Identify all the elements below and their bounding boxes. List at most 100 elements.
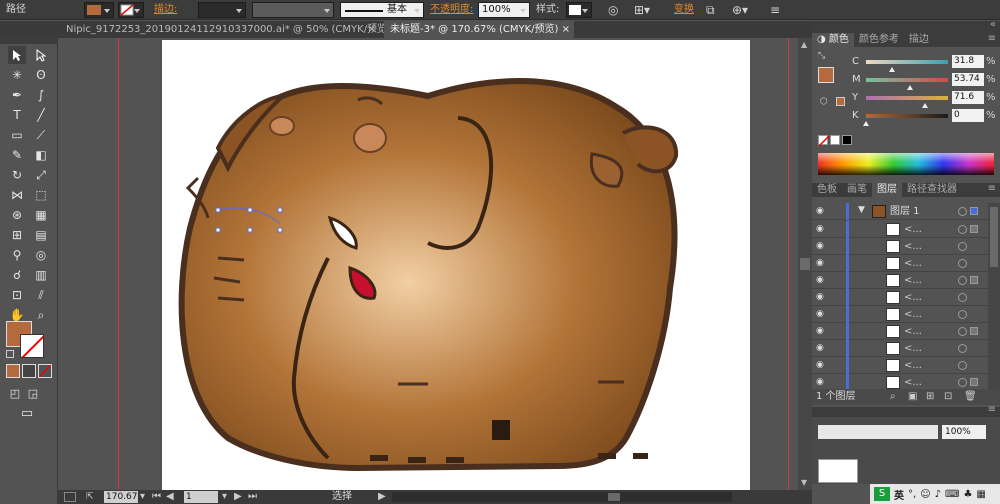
fill-color-dropdown[interactable] [84, 2, 114, 18]
yellow-slider-knob[interactable] [921, 100, 928, 108]
sublayer-name[interactable]: <... [904, 272, 922, 289]
align-icon[interactable]: ⊞▾ [634, 2, 650, 18]
target-icon[interactable] [958, 207, 967, 216]
slice-tool-icon[interactable]: ⫽ [32, 286, 50, 304]
stroke-weight-dropdown[interactable] [198, 2, 246, 18]
swap-colors-icon[interactable]: ⤡ [818, 51, 825, 61]
collapse-panels-icon[interactable]: « [990, 19, 996, 30]
graphic-style-dropdown[interactable] [566, 2, 592, 18]
brush-profile-dropdown[interactable]: 基本 [340, 2, 424, 18]
black-slider-knob[interactable] [863, 118, 869, 126]
expand-layer-icon[interactable]: ▼ [858, 205, 865, 215]
screen-mode-icon[interactable]: ▭ [18, 404, 36, 422]
layer-row-top[interactable]: ◉ ▼ 图层 1 [812, 203, 988, 220]
visibility-eye-icon[interactable]: ◉ [816, 377, 828, 387]
target-icon[interactable] [958, 361, 967, 370]
visibility-eye-icon[interactable]: ◉ [816, 360, 828, 370]
visibility-eye-icon[interactable]: ◉ [816, 224, 828, 234]
sublayer-name[interactable]: <... [904, 221, 922, 238]
sublayer-name[interactable]: <... [904, 323, 922, 340]
tab-layers[interactable]: 图层 [872, 183, 902, 197]
draw-normal-icon[interactable]: ◰ [6, 384, 24, 402]
anchor-point[interactable] [247, 207, 253, 213]
tab-swatches[interactable]: 色板 [812, 183, 842, 197]
tab-brushes[interactable]: 画笔 [842, 183, 872, 197]
isolate-icon[interactable]: ⧉ [706, 2, 715, 18]
sublayer-row[interactable]: ◉ <... [812, 272, 988, 289]
visibility-eye-icon[interactable]: ◉ [816, 206, 828, 216]
locate-object-icon[interactable]: ⌕ [890, 391, 896, 402]
lower-panel-menu-icon[interactable]: ≡ [988, 404, 996, 415]
ime-logo-icon[interactable]: S [874, 487, 890, 501]
make-clip-icon[interactable]: ▣ [908, 391, 917, 402]
magenta-slider-knob[interactable] [907, 82, 914, 90]
emoji-icon[interactable]: ☺ [920, 489, 930, 500]
none-swatch[interactable] [818, 135, 830, 147]
elephant-artwork[interactable] [58, 38, 798, 490]
punctuation-icon[interactable]: °, [908, 489, 916, 500]
previous-artboard-icon[interactable]: ◀ [166, 491, 174, 502]
visibility-eye-icon[interactable]: ◉ [816, 343, 828, 353]
status-menu-icon[interactable]: ▶ [378, 491, 386, 502]
selection-indicator[interactable] [970, 378, 978, 386]
symbol-sprayer-tool-icon[interactable]: ☌ [8, 266, 26, 284]
none-mode-icon[interactable] [38, 364, 52, 378]
artboard-nav-icon[interactable] [64, 492, 76, 502]
tab-color-guide[interactable]: 颜色参考 [854, 33, 904, 47]
anchor-point[interactable] [215, 227, 221, 233]
gradient-tool-icon[interactable]: ▤ [32, 226, 50, 244]
perspective-grid-tool-icon[interactable]: ▦ [32, 206, 50, 224]
sublayer-row[interactable]: ◉ <... [812, 221, 988, 238]
black-slider-track[interactable] [866, 114, 948, 118]
target-icon[interactable] [958, 293, 967, 302]
last-artboard-icon[interactable]: ⏭ [248, 491, 257, 502]
stroke-color-box[interactable] [20, 334, 44, 358]
rotate-tool-icon[interactable]: ↻ [8, 166, 26, 184]
tab-nipic-document[interactable]: Nipic_9172253_20190124112910337000.ai* @… [60, 21, 391, 38]
close-tab-icon[interactable]: × [562, 21, 570, 38]
selection-indicator[interactable] [970, 207, 978, 215]
sublayer-name[interactable]: <... [904, 306, 922, 323]
horizontal-scroll-track[interactable] [392, 492, 732, 502]
shape-builder-tool-icon[interactable]: ⊛ [8, 206, 26, 224]
black-value-field[interactable]: 0 [952, 109, 984, 122]
color-mode-icon[interactable] [6, 364, 20, 378]
lasso-tool-icon[interactable]: ʘ [32, 66, 50, 84]
anchor-point[interactable] [247, 227, 253, 233]
tab-stroke[interactable]: 描边 [904, 33, 934, 47]
sublayer-row[interactable]: ◉ <... [812, 340, 988, 357]
gamut-swatch[interactable] [836, 97, 845, 106]
tab-color[interactable]: ◑ 颜色 [812, 33, 854, 47]
layers-scrollbar[interactable] [988, 203, 1000, 391]
zoom-menu-icon[interactable]: ⇱ [86, 492, 98, 502]
width-tool-icon[interactable]: ⋈ [8, 186, 26, 204]
opacity-field[interactable]: 100% [478, 2, 530, 18]
anchor-point[interactable] [215, 207, 221, 213]
layer-name[interactable]: 图层 1 [890, 203, 920, 220]
sublayer-row[interactable]: ◉ <... [812, 323, 988, 340]
skin-icon[interactable]: ♣ [963, 489, 972, 500]
type-tool-icon[interactable]: T [8, 106, 26, 124]
visibility-eye-icon[interactable]: ◉ [816, 241, 828, 251]
free-transform-tool-icon[interactable]: ⬚ [32, 186, 50, 204]
zoom-field[interactable]: 170.67 [104, 491, 138, 503]
sublayer-name[interactable]: <... [904, 238, 922, 255]
recolor-icon[interactable]: ◎ [608, 2, 618, 18]
layers-panel-menu-icon[interactable]: ≡ [988, 183, 1000, 197]
blend-tool-icon[interactable]: ◎ [32, 246, 50, 264]
color-panel-menu-icon[interactable]: ≡ [988, 33, 1000, 47]
page-field[interactable]: 1 [184, 491, 218, 503]
stroke-label[interactable]: 描边: [154, 2, 177, 18]
rectangle-tool-icon[interactable]: ▭ [8, 126, 26, 144]
column-graph-tool-icon[interactable]: ▥ [32, 266, 50, 284]
draw-behind-icon[interactable]: ◲ [24, 384, 42, 402]
vertical-scrollbar[interactable]: ▲ ▼ [798, 38, 812, 490]
visibility-eye-icon[interactable]: ◉ [816, 275, 828, 285]
next-artboard-icon[interactable]: ▶ [234, 491, 242, 502]
direct-selection-tool-icon[interactable] [32, 46, 50, 64]
target-icon[interactable] [958, 225, 967, 234]
cyan-slider-track[interactable] [866, 60, 948, 64]
scale-tool-icon[interactable]: ⤢ [32, 166, 50, 184]
sublayer-row[interactable]: ◉ <... [812, 357, 988, 374]
target-icon[interactable] [958, 344, 967, 353]
